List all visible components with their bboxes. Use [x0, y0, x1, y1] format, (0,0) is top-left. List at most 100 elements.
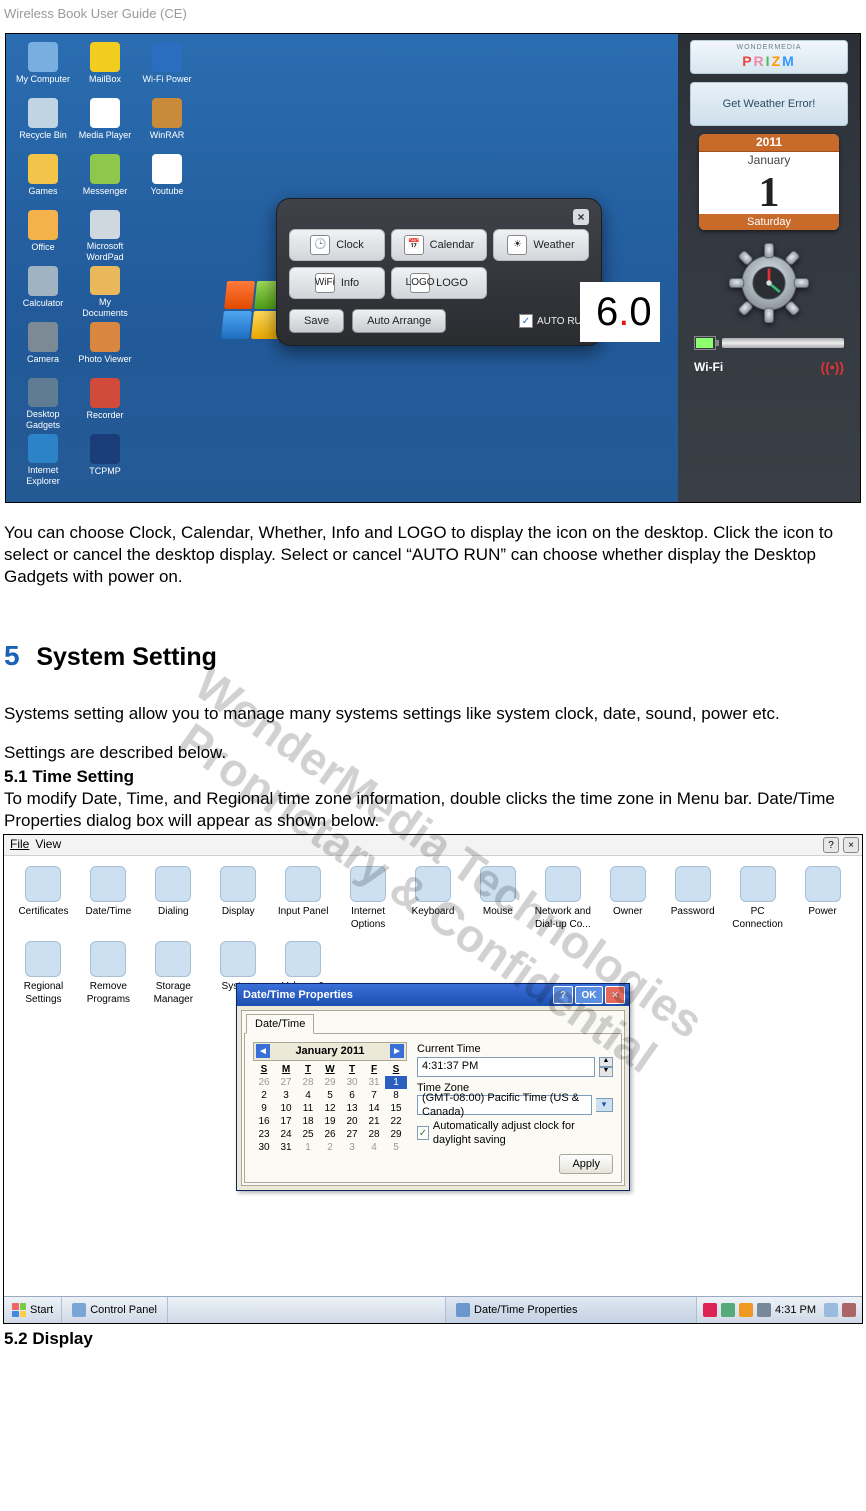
menu-file[interactable]: File — [10, 837, 29, 853]
calendar-day[interactable]: 6 — [341, 1089, 363, 1102]
control-panel-item[interactable]: Owner — [596, 866, 659, 931]
desktop-icon[interactable]: Internet Explorer — [14, 434, 72, 488]
tray-icon[interactable] — [739, 1303, 753, 1317]
time-spinner[interactable]: ▲▼ — [599, 1057, 613, 1077]
control-panel-item[interactable]: Input Panel — [272, 866, 335, 931]
current-time-field[interactable]: 4:31:37 PM — [417, 1057, 595, 1077]
calendar-day[interactable]: 29 — [385, 1128, 407, 1141]
calendar-day[interactable]: 28 — [297, 1076, 319, 1089]
calendar-day[interactable]: 3 — [341, 1141, 363, 1154]
calendar-day[interactable]: 22 — [385, 1115, 407, 1128]
calendar-day[interactable]: 4 — [297, 1089, 319, 1102]
calendar-day[interactable]: 24 — [275, 1128, 297, 1141]
taskbar-item-date-time[interactable]: Date/Time Properties — [445, 1297, 697, 1323]
tray-show-desktop-icon[interactable] — [824, 1303, 838, 1317]
calendar-day[interactable]: 13 — [341, 1102, 363, 1115]
desktop-icon[interactable]: MailBox — [76, 42, 134, 96]
calendar-day[interactable]: 25 — [297, 1128, 319, 1141]
desktop-icon[interactable]: Media Player — [76, 98, 134, 152]
control-panel-item[interactable]: Regional Settings — [12, 941, 75, 1006]
help-icon[interactable]: ? — [823, 837, 839, 853]
control-panel-item[interactable]: Display — [207, 866, 270, 931]
calendar-day[interactable]: 16 — [253, 1115, 275, 1128]
calendar-day[interactable]: 15 — [385, 1102, 407, 1115]
desktop-icon[interactable]: Games — [14, 154, 72, 208]
calendar-day[interactable]: 19 — [319, 1115, 341, 1128]
control-panel-item[interactable]: PC Connection — [726, 866, 789, 931]
control-panel-item[interactable]: Dialing — [142, 866, 205, 931]
next-month-button[interactable]: ► — [390, 1044, 404, 1058]
desktop-icon[interactable]: Desktop Gadgets — [14, 378, 72, 432]
control-panel-item[interactable]: Remove Programs — [77, 941, 140, 1006]
calendar-day[interactable]: 17 — [275, 1115, 297, 1128]
close-icon[interactable]: × — [573, 209, 589, 225]
calendar-day[interactable]: 5 — [319, 1089, 341, 1102]
control-panel-item[interactable]: Password — [661, 866, 724, 931]
calendar-day[interactable]: 23 — [253, 1128, 275, 1141]
calendar-day[interactable]: 2 — [253, 1089, 275, 1102]
desktop-icon[interactable]: TCPMP — [76, 434, 134, 488]
settings-gear-icon[interactable] — [724, 238, 814, 328]
prev-month-button[interactable]: ◄ — [256, 1044, 270, 1058]
desktop-icon[interactable]: Youtube — [138, 154, 196, 208]
desktop-icon[interactable]: Photo Viewer — [76, 322, 134, 376]
calendar-day[interactable]: 20 — [341, 1115, 363, 1128]
gadget-option[interactable]: WiFiInfo — [289, 267, 385, 299]
chevron-down-icon[interactable]: ▾ — [596, 1098, 613, 1112]
calendar-widget[interactable]: 2011 January 1 Saturday — [699, 134, 839, 230]
calendar-day[interactable]: 1 — [385, 1076, 407, 1089]
save-button[interactable]: Save — [289, 309, 344, 333]
calendar-day[interactable]: 21 — [363, 1115, 385, 1128]
menu-view[interactable]: View — [35, 837, 61, 853]
calendar-day[interactable]: 27 — [341, 1128, 363, 1141]
tray-icon[interactable] — [757, 1303, 771, 1317]
calendar-day[interactable]: 29 — [319, 1076, 341, 1089]
weather-widget[interactable]: Get Weather Error! — [690, 82, 848, 126]
calendar-day[interactable]: 28 — [363, 1128, 385, 1141]
timezone-select[interactable]: (GMT-08:00) Pacific Time (US & Canada) — [417, 1095, 592, 1115]
calendar-picker[interactable]: ◄ January 2011 ► SMTWTFS2627282930311234… — [253, 1042, 407, 1173]
gadget-option[interactable]: 🕒Clock — [289, 229, 385, 261]
tray-keyboard-icon[interactable] — [842, 1303, 856, 1317]
close-icon[interactable]: × — [843, 837, 859, 853]
desktop-icon[interactable]: Microsoft WordPad — [76, 210, 134, 264]
calendar-day[interactable]: 10 — [275, 1102, 297, 1115]
calendar-day[interactable]: 11 — [297, 1102, 319, 1115]
calendar-day[interactable]: 18 — [297, 1115, 319, 1128]
apply-button[interactable]: Apply — [559, 1154, 613, 1174]
tray-icon[interactable] — [721, 1303, 735, 1317]
calendar-day[interactable]: 30 — [341, 1076, 363, 1089]
ok-button[interactable]: OK — [575, 986, 603, 1004]
desktop-icon[interactable]: Camera — [14, 322, 72, 376]
desktop-icon[interactable]: Recorder — [76, 378, 134, 432]
control-panel-item[interactable]: Network and Dial-up Co... — [531, 866, 594, 931]
tab-date-time[interactable]: Date/Time — [246, 1014, 314, 1034]
dst-checkbox[interactable]: ✓ Automatically adjust clock for dayligh… — [417, 1119, 613, 1148]
gadget-option[interactable]: ☀Weather — [493, 229, 589, 261]
control-panel-item[interactable]: Certificates — [12, 866, 75, 931]
control-panel-item[interactable]: Date/Time — [77, 866, 140, 931]
control-panel-item[interactable]: Power — [791, 866, 854, 931]
calendar-day[interactable]: 14 — [363, 1102, 385, 1115]
calendar-day[interactable]: 8 — [385, 1089, 407, 1102]
calendar-day[interactable]: 2 — [319, 1141, 341, 1154]
calendar-day[interactable]: 26 — [319, 1128, 341, 1141]
control-panel-item[interactable]: Internet Options — [337, 866, 400, 931]
desktop-icon[interactable]: Calculator — [14, 266, 72, 320]
control-panel-item[interactable]: Storage Manager — [142, 941, 205, 1006]
calendar-day[interactable]: 30 — [253, 1141, 275, 1154]
calendar-day[interactable]: 1 — [297, 1141, 319, 1154]
start-button[interactable]: Start — [4, 1297, 62, 1323]
desktop-icon[interactable]: Recycle Bin — [14, 98, 72, 152]
calendar-day[interactable]: 5 — [385, 1141, 407, 1154]
desktop-icon[interactable]: WinRAR — [138, 98, 196, 152]
desktop-icon[interactable]: My Documents — [76, 266, 134, 320]
control-panel-item[interactable]: Keyboard — [402, 866, 465, 931]
desktop-icon[interactable]: Office — [14, 210, 72, 264]
calendar-day[interactable]: 26 — [253, 1076, 275, 1089]
calendar-day[interactable]: 31 — [363, 1076, 385, 1089]
taskbar-item-control-panel[interactable]: Control Panel — [62, 1297, 168, 1323]
calendar-day[interactable]: 31 — [275, 1141, 297, 1154]
calendar-day[interactable]: 12 — [319, 1102, 341, 1115]
calendar-day[interactable]: 7 — [363, 1089, 385, 1102]
